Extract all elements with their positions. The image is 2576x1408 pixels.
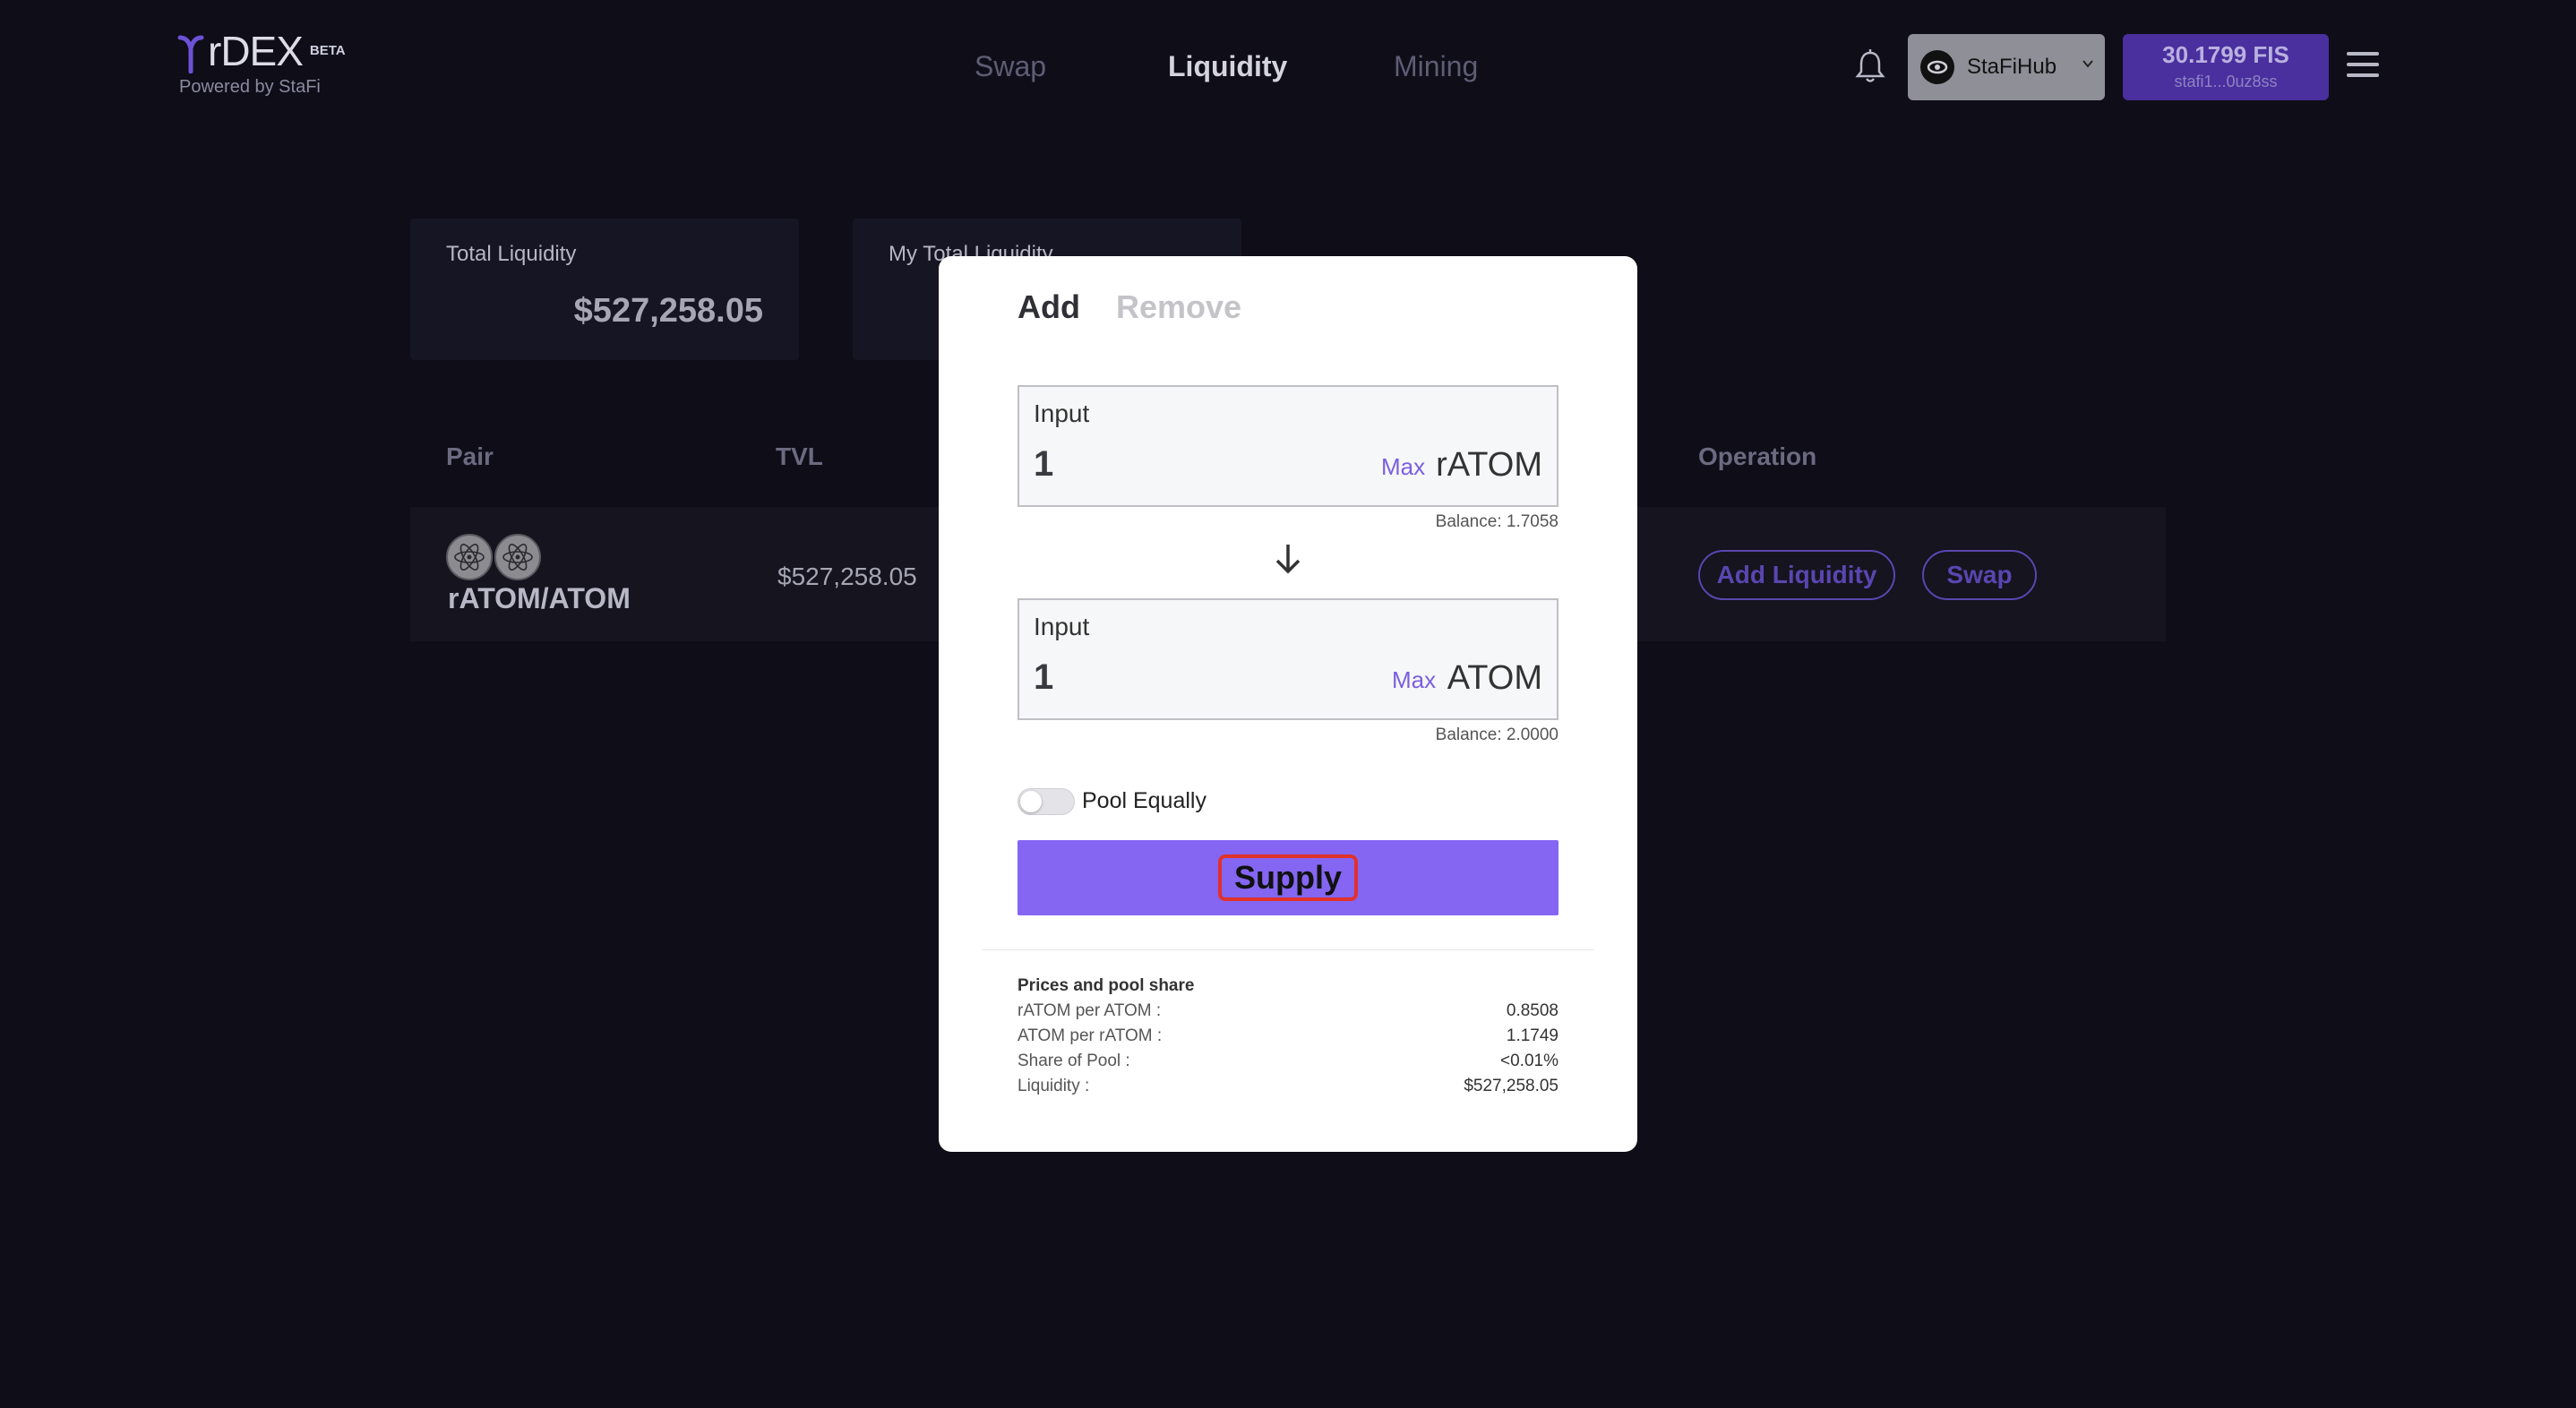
pool-equally-toggle[interactable]	[1018, 788, 1075, 815]
ratom-amount-input[interactable]: 1	[1034, 444, 1053, 485]
info-row-atom-per-ratom: ATOM per rATOM : 1.1749	[1018, 1026, 1558, 1046]
max-button-atom[interactable]: Max	[1392, 666, 1436, 694]
max-button-ratom[interactable]: Max	[1381, 453, 1425, 481]
divider	[982, 949, 1594, 950]
atom-balance: Balance: 2.0000	[1435, 725, 1558, 744]
input-label: Input	[1034, 613, 1090, 640]
info-value: 0.8508	[1506, 1001, 1558, 1020]
info-label: ATOM per rATOM :	[1018, 1026, 1163, 1045]
info-value: $527,258.05	[1464, 1077, 1558, 1095]
tab-remove[interactable]: Remove	[1116, 288, 1241, 326]
supply-button[interactable]: Supply	[1018, 840, 1558, 915]
atom-token-label: ATOM	[1447, 659, 1542, 697]
input-label: Input	[1034, 399, 1090, 427]
info-label: Liquidity :	[1018, 1077, 1090, 1095]
supply-button-label: Supply	[1217, 854, 1358, 901]
atom-amount-input[interactable]: 1	[1034, 657, 1053, 698]
info-row-liquidity: Liquidity : $527,258.05	[1018, 1077, 1558, 1096]
ratom-token-label: rATOM	[1436, 446, 1542, 484]
ratom-input-box[interactable]: Input 1 Max rATOM	[1018, 385, 1558, 507]
toggle-knob	[1020, 791, 1042, 812]
ratom-balance: Balance: 1.7058	[1435, 512, 1558, 531]
arrow-down-icon	[1275, 545, 1301, 574]
atom-input-box[interactable]: Input 1 Max ATOM	[1018, 598, 1558, 720]
tab-add[interactable]: Add	[1018, 288, 1080, 326]
info-row-ratom-per-atom: rATOM per ATOM : 0.8508	[1018, 1001, 1558, 1021]
prices-pool-share-title: Prices and pool share	[1018, 976, 1195, 995]
info-value: 1.1749	[1506, 1026, 1558, 1045]
info-label: rATOM per ATOM :	[1018, 1001, 1162, 1020]
info-label: Share of Pool :	[1018, 1052, 1130, 1070]
info-value: <0.01%	[1500, 1052, 1558, 1070]
info-row-share-of-pool: Share of Pool : <0.01%	[1018, 1052, 1558, 1071]
add-liquidity-modal: Add Remove Input 1 Max rATOM Balance: 1.…	[939, 256, 1637, 1152]
pool-equally-label: Pool Equally	[1082, 788, 1206, 813]
